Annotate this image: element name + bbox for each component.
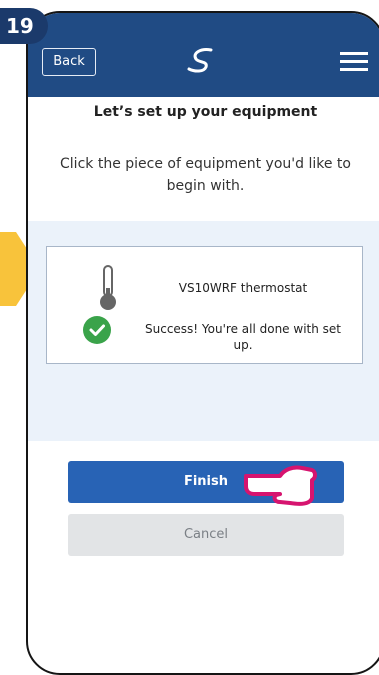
app-header: Back — [28, 13, 379, 97]
phone-frame: Back Let’s set up your equipment Click t… — [26, 11, 379, 675]
equipment-card[interactable]: VS10WRF thermostat Success! You're all d… — [46, 246, 363, 364]
pointing-hand-icon — [244, 465, 317, 506]
page-subtitle: Click the piece of equipment you'd like … — [60, 156, 351, 194]
check-circle-icon — [83, 316, 111, 344]
equipment-panel: VS10WRF thermostat Success! You're all d… — [28, 221, 379, 441]
page-title: Let’s set up your equipment — [93, 104, 318, 120]
hamburger-menu-icon[interactable] — [340, 52, 368, 71]
swirl-logo-icon — [187, 48, 213, 73]
step-number-badge: 19 — [0, 8, 48, 44]
thermometer-icon — [100, 265, 116, 310]
setup-status-text: Success! You're all done with set up. — [145, 322, 341, 352]
device-name: VS10WRF thermostat — [178, 281, 308, 295]
cancel-button[interactable]: Cancel — [68, 514, 344, 556]
back-button[interactable]: Back — [42, 48, 96, 76]
